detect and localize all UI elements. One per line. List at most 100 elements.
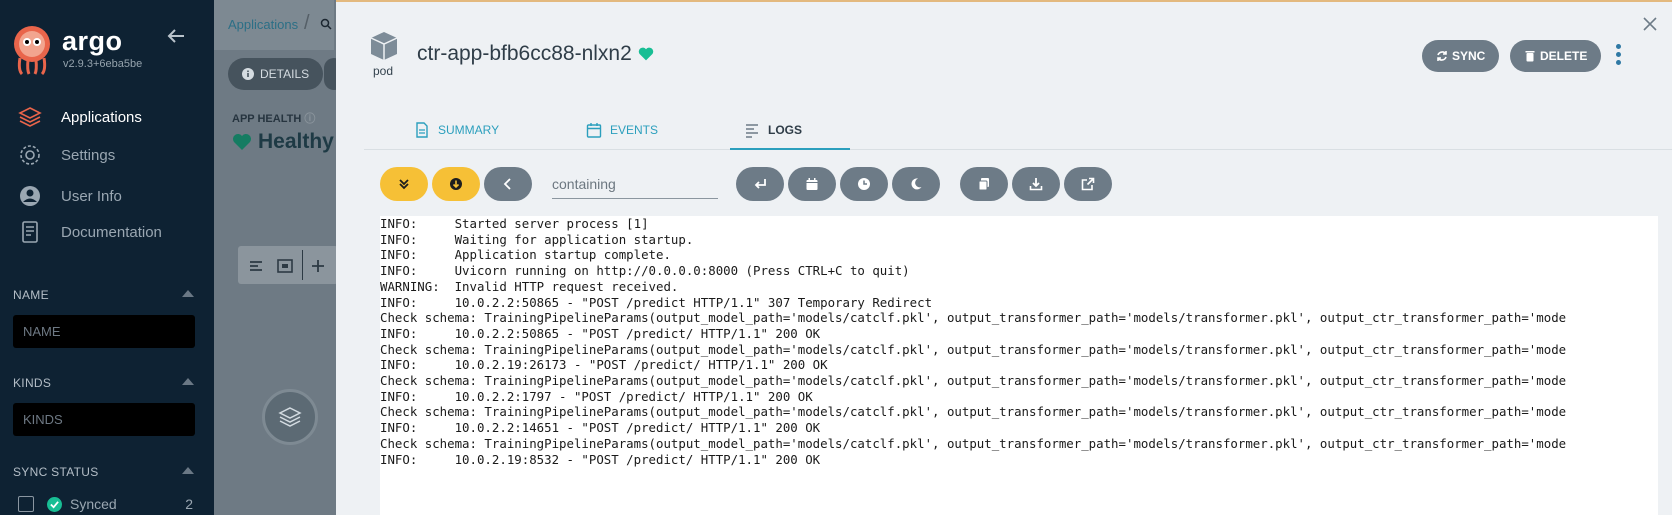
app-health-label: APP HEALTH ⓘ [232, 113, 316, 125]
sync-button[interactable]: SYNC [1422, 40, 1500, 72]
log-line: Check schema: TrainingPipelineParams(out… [380, 310, 1567, 326]
pod-cube-icon [370, 32, 398, 60]
caret-up-icon[interactable] [182, 378, 194, 385]
log-line: INFO: 10.0.2.2:1797 - "POST /predict/ HT… [380, 388, 813, 404]
argo-logo [14, 26, 50, 76]
external-link-icon [1081, 177, 1095, 191]
download-logs-button[interactable] [1012, 167, 1060, 201]
double-chevron-down-icon [399, 179, 409, 190]
delete-button[interactable]: DELETE [1510, 40, 1602, 72]
return-arrow-icon [754, 179, 766, 189]
nav-documentation[interactable]: Documentation [18, 218, 162, 246]
log-line: INFO: 10.0.2.19:26173 - "POST /predict/ … [380, 357, 828, 373]
book-icon [22, 221, 38, 243]
heart-icon [638, 47, 653, 61]
check-circle-icon [47, 496, 62, 512]
show-timestamps-button[interactable] [788, 167, 836, 201]
previous-button[interactable] [484, 167, 532, 201]
sidebar: argo v2.9.3+6eba5be Applications Setting… [0, 0, 214, 515]
tab-events[interactable]: EVENTS [586, 110, 658, 150]
copy-icon [978, 178, 989, 191]
resource-name: ctr-app-bfb6cc88-nlxn2 [417, 42, 632, 65]
copy-logs-button[interactable] [960, 167, 1008, 201]
lines-icon [746, 124, 758, 138]
user-icon [20, 186, 40, 206]
close-icon[interactable] [1642, 16, 1658, 32]
more-options-icon[interactable] [1616, 44, 1622, 66]
caret-up-icon[interactable] [182, 290, 194, 297]
since-time-button[interactable] [840, 167, 888, 201]
tab-summary[interactable]: SUMMARY [414, 110, 499, 150]
nav-label: User Info [61, 187, 122, 205]
nav-label: Documentation [61, 223, 162, 241]
stack-icon [278, 407, 302, 427]
dark-mode-button[interactable] [892, 167, 940, 201]
name-filter-title: NAME [13, 288, 49, 302]
moon-icon [911, 178, 922, 190]
network-icon[interactable] [277, 258, 293, 274]
sync-label: SYNC [1452, 49, 1486, 63]
log-line: INFO: 10.0.2.2:50865 - "POST /predict HT… [380, 294, 933, 310]
synced-filter-row[interactable]: Synced 2 [18, 496, 193, 512]
log-line: INFO: Application startup complete. [380, 247, 671, 263]
delete-label: DELETE [1540, 49, 1588, 63]
log-line: INFO: Uvicorn running on http://0.0.0.0:… [380, 263, 910, 279]
arrow-circle-down-icon [450, 178, 462, 190]
app-health-value: Healthy [258, 130, 334, 153]
synced-checkbox[interactable] [18, 496, 34, 512]
synced-label: Synced [70, 496, 117, 512]
plus-icon[interactable] [310, 258, 326, 274]
document-icon [416, 122, 428, 138]
nav-label: Settings [61, 146, 116, 164]
resource-details-panel: pod ctr-app-bfb6cc88-nlxn2 SYNC DELETE S… [336, 0, 1672, 515]
tab-label: SUMMARY [438, 123, 500, 137]
nav-user-info[interactable]: User Info [18, 182, 122, 210]
name-filter-input[interactable] [13, 315, 195, 348]
breadcrumb[interactable]: Applications [228, 17, 298, 32]
list-icon[interactable] [248, 258, 264, 274]
details-label: DETAILS [260, 67, 310, 81]
open-external-button[interactable] [1064, 167, 1112, 201]
active-tab-indicator [730, 148, 850, 150]
resource-node[interactable] [262, 389, 318, 445]
top-bar: Applications / [214, 0, 334, 50]
log-line: Check schema: TrainingPipelineParams(out… [380, 404, 1567, 420]
nav-settings[interactable]: Settings [18, 141, 115, 169]
scroll-bottom-button[interactable] [432, 167, 480, 201]
synced-count: 2 [185, 496, 193, 512]
log-line: WARNING: Invalid HTTP request received. [380, 278, 679, 294]
nav-applications[interactable]: Applications [18, 103, 142, 131]
log-line: INFO: 10.0.2.19:8532 - "POST /predict/ H… [380, 451, 821, 467]
calendar-icon [806, 178, 818, 190]
wrap-lines-button[interactable] [736, 167, 784, 201]
log-line: Check schema: TrainingPipelineParams(out… [380, 435, 1567, 451]
stack-icon [18, 107, 42, 127]
details-button[interactable]: DETAILS [228, 58, 324, 90]
app-health-status: Healthy [232, 130, 334, 154]
tab-label: LOGS [768, 123, 803, 137]
log-line: Check schema: TrainingPipelineParams(out… [380, 341, 1567, 357]
heart-icon [233, 134, 251, 150]
resource-kind: pod [373, 64, 394, 78]
tab-logs[interactable]: LOGS [744, 110, 802, 150]
breadcrumb-separator: / [304, 12, 310, 34]
log-line: INFO: Waiting for application startup. [380, 231, 694, 247]
caret-up-icon[interactable] [182, 467, 194, 474]
download-icon [1029, 178, 1043, 191]
sync-status-title: SYNC STATUS [13, 465, 99, 479]
info-icon [242, 68, 254, 80]
sync-icon [1437, 51, 1447, 61]
clock-icon [858, 178, 870, 190]
resource-title: ctr-app-bfb6cc88-nlxn2 [417, 42, 654, 66]
follow-logs-button[interactable] [380, 167, 428, 201]
collapse-sidebar-icon[interactable] [166, 26, 186, 46]
search-icon[interactable] [320, 18, 332, 30]
version-label: v2.9.3+6eba5be [63, 58, 143, 70]
log-viewer[interactable]: INFO: Started server process [1] INFO: Wa… [380, 216, 1658, 515]
calendar-icon [586, 123, 602, 138]
kinds-filter-input[interactable] [13, 403, 195, 436]
log-line: Check schema: TrainingPipelineParams(out… [380, 373, 1567, 389]
trash-icon [1525, 51, 1535, 62]
log-filter-input[interactable] [552, 169, 718, 199]
log-line: INFO: Started server process [1] [380, 216, 649, 231]
